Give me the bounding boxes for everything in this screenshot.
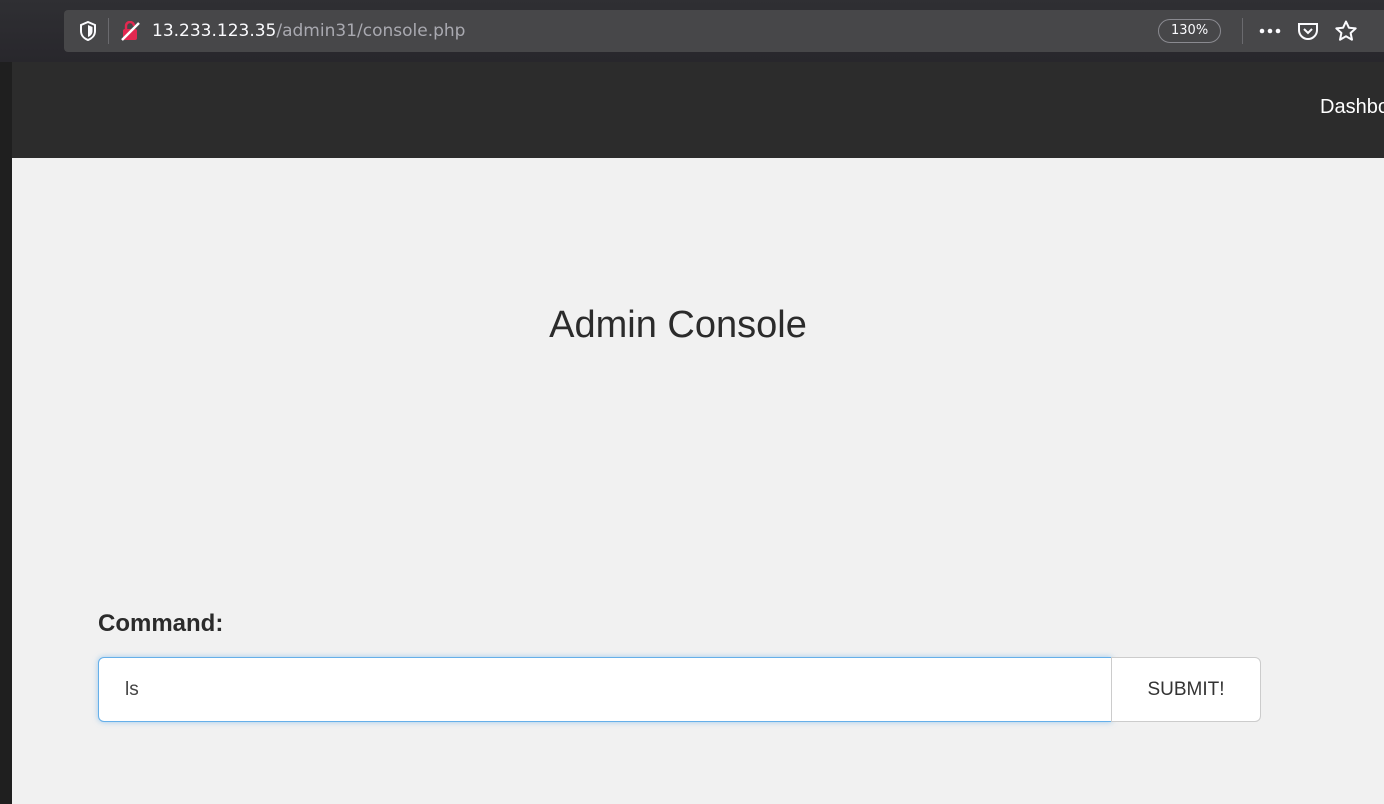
browser-toolbar: 13.233.123.35/admin31/console.php 130% xyxy=(0,0,1384,62)
url-bar[interactable]: 13.233.123.35/admin31/console.php 130% xyxy=(64,10,1384,52)
page-content: Admin Console Command: SUBMIT! xyxy=(12,158,1384,804)
command-input[interactable] xyxy=(98,657,1112,722)
url-host: 13.233.123.35 xyxy=(152,21,277,41)
pocket-icon[interactable] xyxy=(1294,18,1322,44)
nav-link-dashboard[interactable]: Dashboard xyxy=(1320,96,1384,119)
shield-icon[interactable] xyxy=(78,21,98,41)
toolbar-separator xyxy=(1242,18,1243,44)
url-bar-separator xyxy=(108,18,109,44)
star-icon[interactable] xyxy=(1332,18,1360,44)
command-label: Command: xyxy=(98,610,224,637)
more-icon[interactable] xyxy=(1256,18,1284,44)
url-path: /admin31/console.php xyxy=(276,21,466,41)
submit-button[interactable]: SUBMIT! xyxy=(1111,657,1261,722)
insecure-lock-icon[interactable] xyxy=(120,20,142,41)
site-navbar: Dashboard xyxy=(12,62,1384,158)
url-text[interactable]: 13.233.123.35/admin31/console.php xyxy=(152,21,465,41)
page-title: Admin Console xyxy=(549,304,807,346)
zoom-level-badge[interactable]: 130% xyxy=(1158,19,1222,43)
